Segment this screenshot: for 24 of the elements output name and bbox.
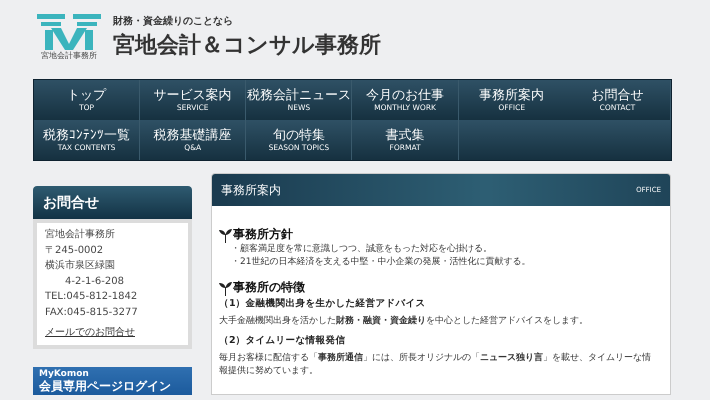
panel-title: 事務所案内 (221, 182, 281, 198)
tagline: 財務・資金繰りのことなら (113, 14, 234, 28)
contact-link[interactable]: メールでのお問合せ (45, 327, 135, 338)
subheading: （2）タイムリーな情報発信 (219, 334, 347, 347)
bullet-text: ・顧客満足度を常に意識しつつ、誠意をもった対応を心掛ける。 (230, 243, 493, 256)
bullet-text: ・21世紀の日本経済を支える中堅・中小企業の発展・活性化に貢献する。 (230, 256, 532, 269)
subheading: （1）金融機関出身を生かした経営アドバイス (219, 297, 427, 310)
section-heading: 事務所方針 (233, 226, 293, 243)
contact-line: TEL:045-812-1842 (45, 290, 138, 304)
logo-caption: 宮地会計事務所 (41, 50, 97, 60)
sprout-icon (219, 281, 232, 296)
site-title[interactable]: 宮地会計＆コンサル事務所 (113, 30, 381, 60)
paragraph: 大手金融機関出身を活かした財務・融資・資金繰りを中心とした経営アドバイスをします。 (219, 315, 589, 328)
sidebar-title: お問合せ (33, 186, 192, 219)
contact-line: 宮地会計事務所 (45, 228, 116, 242)
contact-line: 横浜市泉区緑園 (45, 258, 116, 273)
sprout-icon (219, 228, 232, 243)
login-banner[interactable]: MyKomon 会員専用ページログイン (33, 366, 192, 394)
contact-line: 〒245-0002 (45, 244, 104, 258)
logo-icon (37, 14, 101, 50)
paragraph: 毎月お客様に配信する「事務所通信」には、所長オリジナルの「ニュース独り言」を載せ、タイムリーな情報提供に努めています。 (219, 352, 652, 378)
section-heading: 事務所の特徴 (233, 279, 305, 296)
contact-line: 4-2-1-6-208 (64, 274, 125, 288)
contact-line: FAX:045-815-3277 (45, 306, 139, 320)
